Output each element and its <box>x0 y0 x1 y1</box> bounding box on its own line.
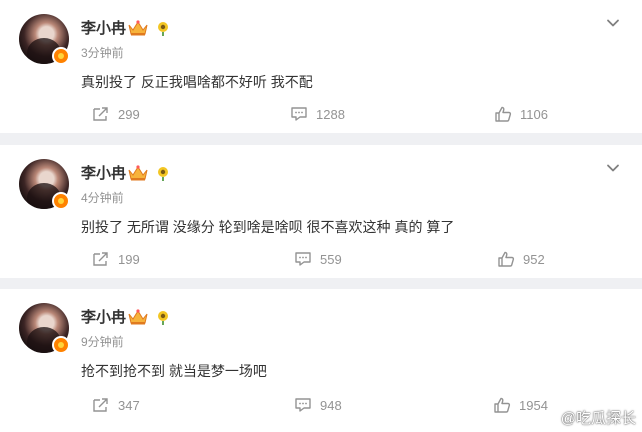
comment-icon <box>295 252 311 266</box>
comment-icon <box>295 398 311 412</box>
post-text: 别投了 无所谓 没缘分 轮到啥是啥呗 很不喜欢这种 真的 算了 <box>81 219 455 235</box>
post-card: 李小冉 3分钟前 真别投了 反正我唱啥都不好听 我不配 299 1288 110… <box>0 0 642 133</box>
like-button[interactable]: 1106 <box>494 104 548 124</box>
avatar[interactable] <box>19 159 70 210</box>
comment-count: 559 <box>320 251 342 267</box>
weibo-feed: 李小冉 3分钟前 真别投了 反正我唱啥都不好听 我不配 299 1288 110… <box>0 0 642 432</box>
repost-button[interactable]: 347 <box>92 395 140 415</box>
author-name[interactable]: 李小冉 <box>81 309 126 327</box>
like-count: 1106 <box>520 106 548 122</box>
sticker-icon <box>158 22 168 36</box>
post-card: 李小冉 9分钟前 抢不到抢不到 就当是梦一场吧 347 948 1954 @吃瓜… <box>0 289 642 432</box>
post-text: 真别投了 反正我唱啥都不好听 我不配 <box>81 74 313 90</box>
post-time[interactable]: 3分钟前 <box>81 46 124 60</box>
watermark-text: @吃瓜探长 <box>560 410 636 427</box>
repost-icon <box>93 107 108 121</box>
thumbs-up-icon <box>498 251 515 267</box>
repost-count: 199 <box>118 251 140 267</box>
chevron-down-icon[interactable] <box>606 161 620 175</box>
comment-button[interactable]: 559 <box>294 249 342 269</box>
verified-badge-icon <box>52 192 70 210</box>
avatar[interactable] <box>19 303 70 354</box>
like-button[interactable]: 952 <box>497 249 545 269</box>
chevron-down-icon[interactable] <box>606 16 620 30</box>
repost-icon <box>93 398 108 412</box>
crown-icon <box>128 165 148 181</box>
like-count: 952 <box>523 251 545 267</box>
thumbs-up-icon <box>495 106 512 122</box>
author-name[interactable]: 李小冉 <box>81 20 126 38</box>
repost-button[interactable]: 299 <box>92 104 140 124</box>
repost-count: 347 <box>118 397 140 413</box>
verified-badge-icon <box>52 336 70 354</box>
comment-icon <box>291 107 307 121</box>
comment-count: 1288 <box>316 106 345 122</box>
watermark: @吃瓜探长 <box>539 407 636 428</box>
comment-count: 948 <box>320 397 342 413</box>
verified-badge-icon <box>52 47 70 65</box>
comment-button[interactable]: 1288 <box>290 104 345 124</box>
thumbs-up-icon <box>494 397 511 413</box>
comment-button[interactable]: 948 <box>294 395 342 415</box>
repost-icon <box>93 252 108 266</box>
crown-icon <box>128 20 148 36</box>
sticker-icon <box>158 167 168 181</box>
post-time[interactable]: 4分钟前 <box>81 191 124 205</box>
post-time[interactable]: 9分钟前 <box>81 335 124 349</box>
author-name[interactable]: 李小冉 <box>81 165 126 183</box>
avatar[interactable] <box>19 14 70 65</box>
post-card: 李小冉 4分钟前 别投了 无所谓 没缘分 轮到啥是啥呗 很不喜欢这种 真的 算了… <box>0 145 642 278</box>
post-text: 抢不到抢不到 就当是梦一场吧 <box>81 363 267 379</box>
sticker-icon <box>158 311 168 325</box>
repost-button[interactable]: 199 <box>92 249 140 269</box>
crown-icon <box>128 309 148 325</box>
weibo-logo-icon <box>539 410 558 426</box>
repost-count: 299 <box>118 106 140 122</box>
